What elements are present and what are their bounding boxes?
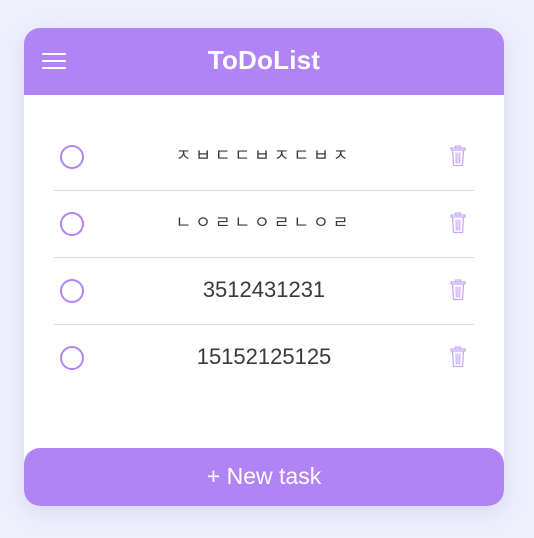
app-title: ToDoList [207, 45, 321, 75]
task-item: 15152125125 [54, 325, 474, 391]
task-text: ㄴㅇㄹㄴㅇㄹㄴㅇㄹ [175, 213, 353, 233]
trash-icon[interactable] [450, 346, 466, 368]
task-item: ㄴㅇㄹㄴㅇㄹㄴㅇㄹ [54, 191, 474, 258]
trash-icon[interactable] [450, 212, 466, 234]
app-header: ToDoList [24, 28, 504, 95]
task-text: ㅈㅂㄷㄷㅂㅈㄷㅂㅈ [175, 146, 353, 166]
todo-app: ToDoList ㅈㅂㄷㄷㅂㅈㄷㅂㅈ ㄴㅇㄹㄴㅇㄹㄴㅇㄹ 3512431231 … [24, 28, 504, 506]
trash-icon[interactable] [450, 279, 466, 301]
task-list: ㅈㅂㄷㄷㅂㅈㄷㅂㅈ ㄴㅇㄹㄴㅇㄹㄴㅇㄹ 3512431231 151521251… [54, 124, 474, 391]
task-text: 3512431231 [202, 277, 326, 302]
trash-icon[interactable] [450, 145, 466, 167]
task-text: 15152125125 [196, 344, 332, 369]
task-checkbox-icon[interactable] [60, 212, 84, 236]
task-checkbox-icon[interactable] [60, 279, 84, 303]
task-item: 3512431231 [54, 258, 474, 325]
hamburger-menu-icon[interactable] [42, 51, 66, 71]
new-task-button[interactable]: + New task [24, 448, 504, 506]
task-checkbox-icon[interactable] [60, 145, 84, 169]
task-item: ㅈㅂㄷㄷㅂㅈㄷㅂㅈ [54, 124, 474, 191]
task-checkbox-icon[interactable] [60, 346, 84, 370]
